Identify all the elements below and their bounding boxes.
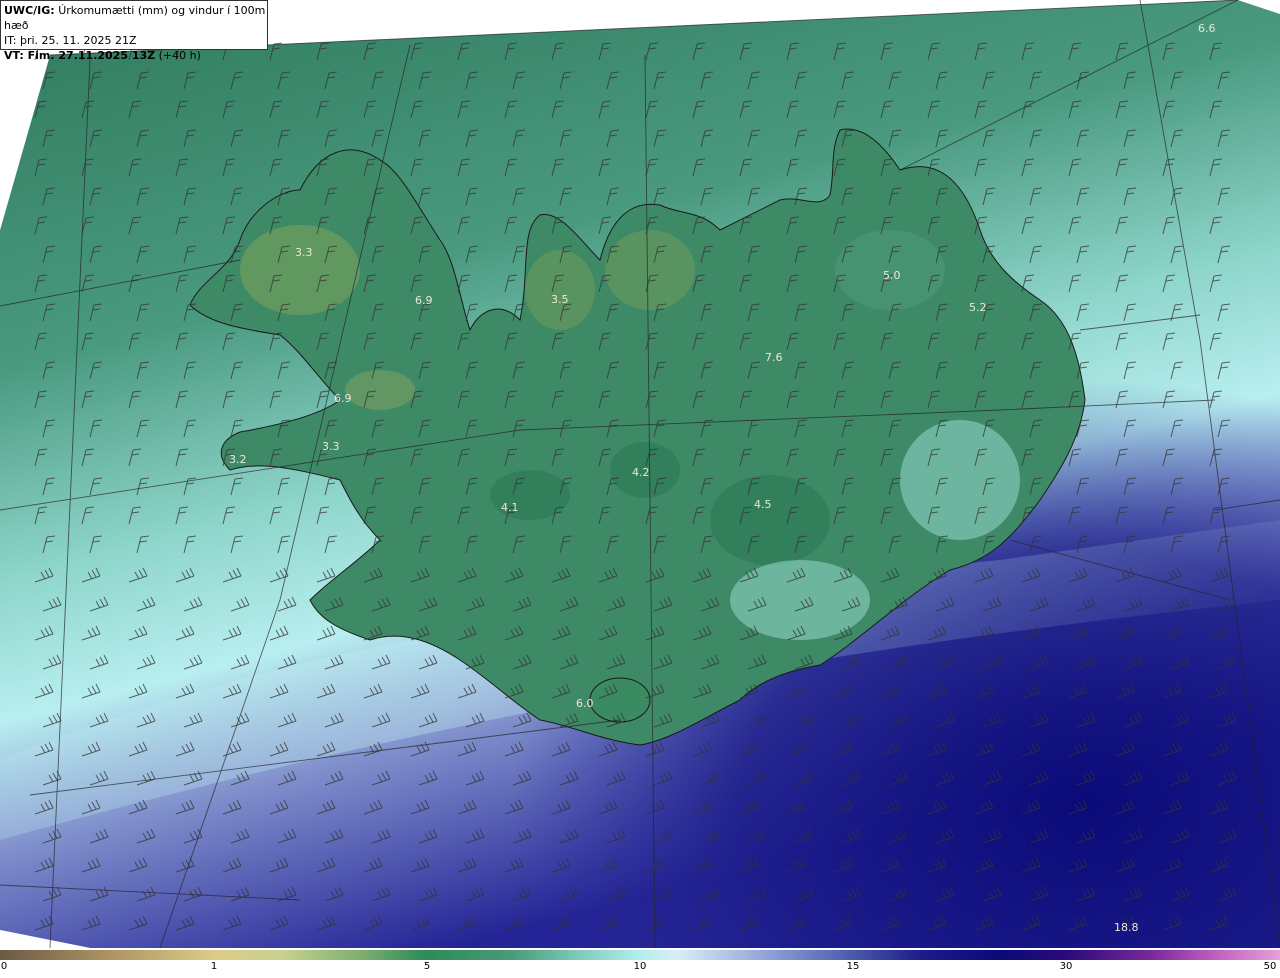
map-label: 6.6: [1198, 22, 1216, 35]
map-label: 6.0: [576, 697, 594, 710]
init-time: IT: þri. 25. 11. 2025 21Z: [4, 34, 137, 47]
map-label: 3.2: [229, 453, 247, 466]
map-label: 7.6: [765, 351, 783, 364]
colorbar: 0 1 5 10 15 30 50: [0, 948, 1280, 978]
map-label: 3.5: [551, 293, 569, 306]
colorbar-tick: 5: [423, 961, 431, 972]
colorbar-tick: 0: [0, 961, 8, 972]
map-label: 3.3: [322, 440, 340, 453]
forecast-lead: (+40 h): [158, 49, 201, 62]
map-label: 3.3: [295, 246, 313, 259]
model-label: UWC/IG:: [4, 4, 55, 17]
map-label: 5.0: [883, 269, 901, 282]
map-info-box: UWC/IG: Úrkomumætti (mm) og vindur í 100…: [0, 0, 268, 62]
colorbar-tick: 1: [210, 961, 218, 972]
map-label: 5.2: [969, 301, 987, 314]
colorbar-tick: 15: [846, 961, 860, 972]
valid-time: VT: Fim. 27.11.2025 13Z: [4, 49, 156, 62]
colorbar-tick: 50: [1263, 961, 1277, 972]
map-label: 6.9: [334, 392, 352, 405]
colorbar-tick: 30: [1059, 961, 1073, 972]
precipitation-map: 6.6 3.3 6.9 3.5 5.0 5.2 7.6 6.9 3.3 3.2 …: [0, 0, 1280, 948]
colorbar-tick: 10: [633, 961, 647, 972]
map-label: 4.1: [501, 501, 519, 514]
colorbar-gradient: [0, 950, 1280, 960]
map-label: 18.8: [1114, 921, 1139, 934]
map-label: 4.2: [632, 466, 650, 479]
map-label: 6.9: [415, 294, 433, 307]
map-label: 4.5: [754, 498, 772, 511]
